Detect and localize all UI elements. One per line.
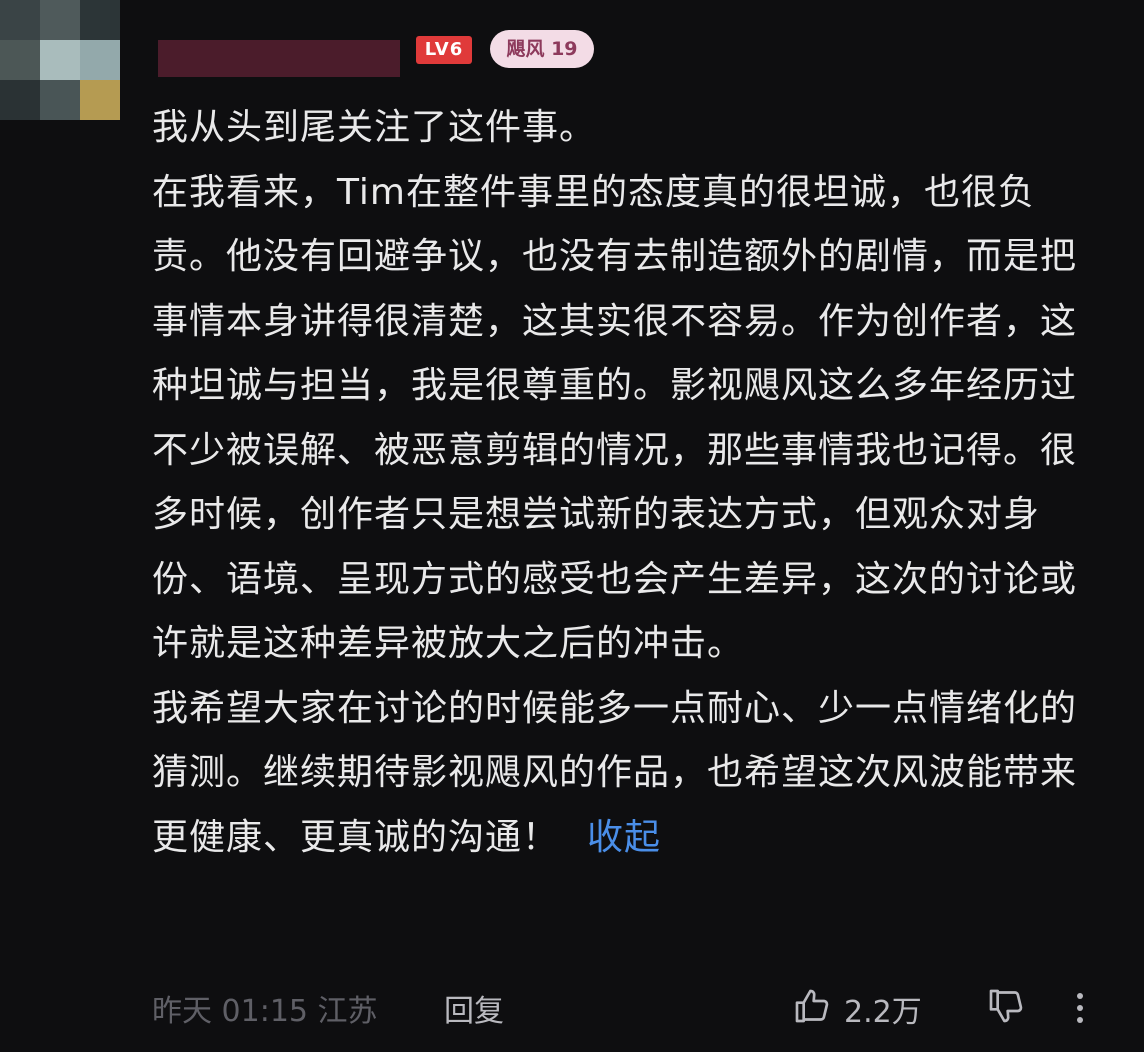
comment-paragraph: 我希望大家在讨论的时候能多一点耐心、少一点情绪化的猜测。继续期待影视飓风的作品，… xyxy=(152,677,1100,871)
avatar-pixel xyxy=(0,80,40,120)
comment-card: LV6 飓风 19 我从头到尾关注了这件事。 在我看来，Tim在整件事里的态度真… xyxy=(0,0,1144,1052)
avatar-pixel xyxy=(40,80,80,120)
thumbs-down-icon xyxy=(986,989,1026,1034)
avatar-pixel xyxy=(40,40,80,80)
avatar-pixel xyxy=(80,0,120,40)
avatar-pixel xyxy=(0,0,40,40)
comment-location: 江苏 xyxy=(317,994,378,1029)
comment-text: 我从头到尾关注了这件事。 在我看来，Tim在整件事里的态度真的很坦诚，也很负责。… xyxy=(152,96,1100,870)
comment-time: 昨天 01:15 xyxy=(152,994,308,1029)
collapse-link[interactable]: 收起 xyxy=(587,817,661,858)
comment-paragraph: 我从头到尾关注了这件事。 xyxy=(152,107,597,148)
reply-button[interactable]: 回复 xyxy=(444,990,504,1034)
username-redacted[interactable] xyxy=(158,40,400,77)
avatar-pixel xyxy=(80,40,120,80)
like-count: 2.2万 xyxy=(844,994,922,1030)
avatar[interactable] xyxy=(0,0,120,120)
avatar-pixel xyxy=(0,40,40,80)
comment-meta: 昨天 01:15 江苏 xyxy=(152,990,378,1034)
thumbs-up-icon xyxy=(792,986,844,1039)
comment-paragraph: 在我看来，Tim在整件事里的态度真的很坦诚，也很负责。他没有回避争议，也没有去制… xyxy=(152,171,1078,665)
comment-footer: 昨天 01:15 江苏 回复 2.2万 xyxy=(152,989,1112,1034)
fan-medal-badge[interactable]: 飓风 19 xyxy=(490,30,594,68)
dislike-button[interactable] xyxy=(986,986,1026,1039)
level-badge: LV6 xyxy=(416,36,472,64)
avatar-pixel xyxy=(40,0,80,40)
like-button[interactable]: 2.2万 xyxy=(792,986,922,1039)
avatar-pixel xyxy=(80,80,120,120)
more-vertical-icon xyxy=(1074,993,1086,1036)
more-button[interactable] xyxy=(1074,988,1086,1041)
